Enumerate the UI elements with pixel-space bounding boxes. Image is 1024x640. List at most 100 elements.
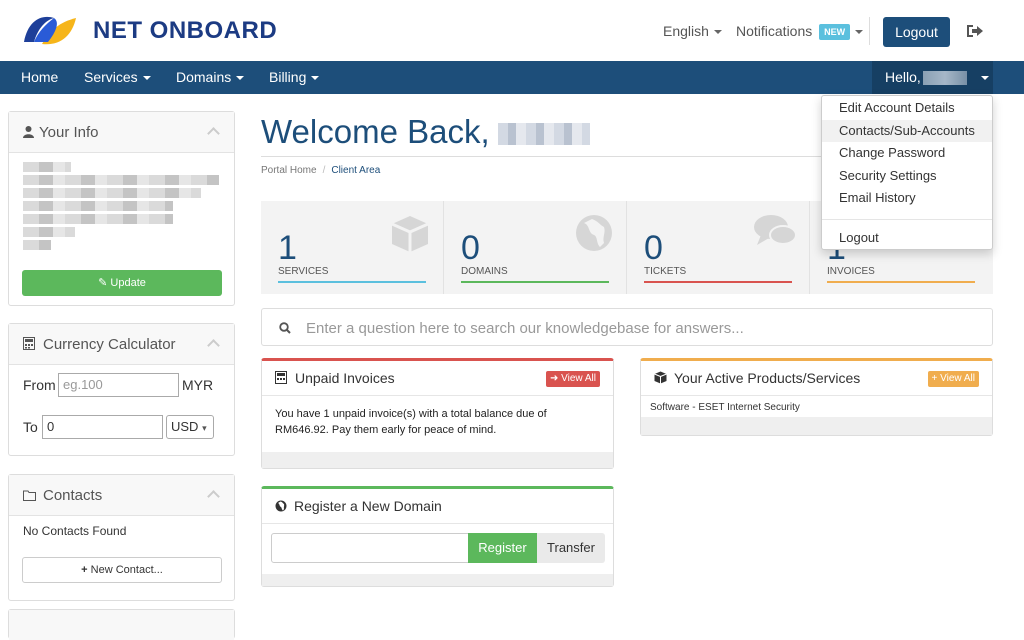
brand-logo-icon[interactable] [20, 12, 80, 48]
stat-accent-bar [461, 281, 609, 283]
unpaid-invoices-text: You have 1 unpaid invoice(s) with a tota… [275, 408, 547, 436]
search-input[interactable]: Enter a question here to search our know… [306, 320, 744, 337]
nav-domains[interactable]: Domains [176, 61, 245, 94]
unpaid-view-all-button[interactable]: ➜ View All [545, 371, 600, 387]
active-products-title: Your Active Products/Services [674, 370, 861, 386]
notifications-label: Notifications [736, 23, 813, 39]
cube-icon [391, 216, 429, 252]
header: NET ONBOARD English Notifications NEW Lo… [0, 0, 1024, 61]
currency-header[interactable]: Currency Calculator [9, 324, 234, 365]
update-button[interactable]: ✎ Update [22, 270, 222, 296]
contacts-header[interactable]: Contacts [9, 475, 234, 516]
redacted-name [498, 123, 590, 145]
chevron-up-icon[interactable] [207, 127, 220, 140]
notifications-menu[interactable]: Notifications NEW [736, 23, 864, 41]
currency-calculator-panel: Currency Calculator From eg.100 MYR To 0… [8, 323, 235, 456]
language-selector[interactable]: English [663, 23, 722, 39]
domain-input[interactable] [271, 533, 469, 563]
nav-billing[interactable]: Billing [269, 61, 320, 94]
calculator-icon [23, 337, 35, 350]
nav-services-label: Services [84, 69, 138, 85]
comments-icon [754, 215, 797, 245]
contacts-title: Contacts [43, 487, 103, 504]
menu-logout[interactable]: Logout [822, 227, 992, 250]
to-currency-value: USD [171, 419, 199, 434]
to-currency-select[interactable]: USD ▾ [166, 415, 214, 439]
card-footer [262, 574, 613, 586]
breadcrumb-current: Client Area [331, 165, 381, 176]
brand-name[interactable]: NET ONBOARD [93, 17, 277, 45]
stat-accent-bar [644, 281, 792, 283]
stat-tickets[interactable]: 0 TICKETS [627, 201, 810, 294]
your-info-header[interactable]: Your Info [9, 112, 234, 153]
menu-contacts[interactable]: Contacts/Sub-Accounts [822, 119, 992, 142]
view-all-label: View All [940, 373, 975, 384]
to-amount-input[interactable]: 0 [42, 415, 163, 439]
new-contact-button[interactable]: + New Contact... [22, 557, 222, 583]
logout-button[interactable]: Logout [883, 17, 950, 47]
account-menu-toggle[interactable]: Hello, [872, 61, 993, 94]
unpaid-invoices-title: Unpaid Invoices [295, 370, 395, 386]
next-panel [8, 609, 235, 640]
card-footer [262, 452, 613, 468]
menu-edit-account[interactable]: Edit Account Details [822, 97, 992, 120]
from-amount-input[interactable]: eg.100 [58, 373, 179, 397]
stat-value: 0 [644, 229, 663, 267]
stat-services[interactable]: 1 SERVICES [261, 201, 444, 294]
register-button[interactable]: Register [468, 533, 537, 563]
calculator-icon [275, 371, 287, 384]
menu-change-password[interactable]: Change Password [822, 142, 992, 165]
language-label: English [663, 23, 709, 39]
chevron-down-icon [855, 30, 864, 35]
unpaid-invoices-card: Unpaid Invoices ➜ View All You have 1 un… [261, 358, 614, 469]
from-currency: MYR [182, 377, 214, 393]
chevron-down-icon [311, 76, 320, 81]
redacted-address [23, 162, 219, 253]
chevron-up-icon[interactable] [207, 490, 220, 503]
chevron-up-icon[interactable] [207, 339, 220, 352]
chevron-down-icon [713, 30, 722, 35]
nav-home[interactable]: Home [21, 61, 58, 94]
stat-value: 1 [278, 229, 297, 267]
menu-email-history[interactable]: Email History [822, 187, 992, 210]
chevron-down-icon [142, 76, 151, 81]
active-products-header: Your Active Products/Services + View All [641, 361, 992, 396]
stat-label: SERVICES [278, 266, 329, 277]
nav-services[interactable]: Services [84, 61, 151, 94]
cube-icon [654, 371, 667, 384]
breadcrumb-home[interactable]: Portal Home [261, 165, 317, 176]
menu-divider [822, 218, 992, 220]
main-navbar: Home Services Domains Billing Hello, [0, 61, 1024, 94]
nav-billing-label: Billing [269, 69, 307, 85]
card-footer [641, 417, 992, 435]
stat-label: DOMAINS [461, 266, 508, 277]
product-item[interactable]: Software - ESET Internet Security [650, 402, 800, 413]
register-domain-card: Register a New Domain Register Transfer [261, 486, 614, 587]
view-all-label: View All [561, 373, 596, 384]
folder-icon [23, 490, 36, 501]
redacted-username [922, 71, 967, 86]
nav-domains-label: Domains [176, 69, 232, 85]
your-info-title: Your Info [39, 124, 99, 141]
your-info-panel: Your Info ✎ Update [8, 111, 235, 306]
no-contacts-text: No Contacts Found [23, 524, 127, 538]
stat-label: INVOICES [827, 266, 875, 277]
active-products-card: Your Active Products/Services + View All… [640, 358, 993, 436]
user-icon [23, 126, 34, 138]
new-contact-label: New Contact... [90, 564, 163, 576]
plus-icon: + [81, 564, 88, 576]
next-panel-header[interactable] [9, 610, 234, 640]
account-dropdown: Edit Account Details Contacts/Sub-Accoun… [821, 95, 993, 250]
stat-domains[interactable]: 0 DOMAINS [444, 201, 627, 294]
stat-label: TICKETS [644, 266, 687, 277]
globe-icon [576, 215, 612, 251]
chevron-down-icon [980, 76, 989, 81]
sign-out-icon[interactable] [966, 24, 984, 38]
stat-value: 0 [461, 229, 480, 267]
stat-accent-bar [827, 281, 975, 283]
knowledgebase-search[interactable]: Enter a question here to search our know… [261, 308, 993, 346]
products-view-all-button[interactable]: + View All [927, 371, 979, 387]
transfer-button[interactable]: Transfer [537, 533, 605, 563]
menu-security-settings[interactable]: Security Settings [822, 165, 992, 188]
new-badge: NEW [819, 24, 851, 41]
